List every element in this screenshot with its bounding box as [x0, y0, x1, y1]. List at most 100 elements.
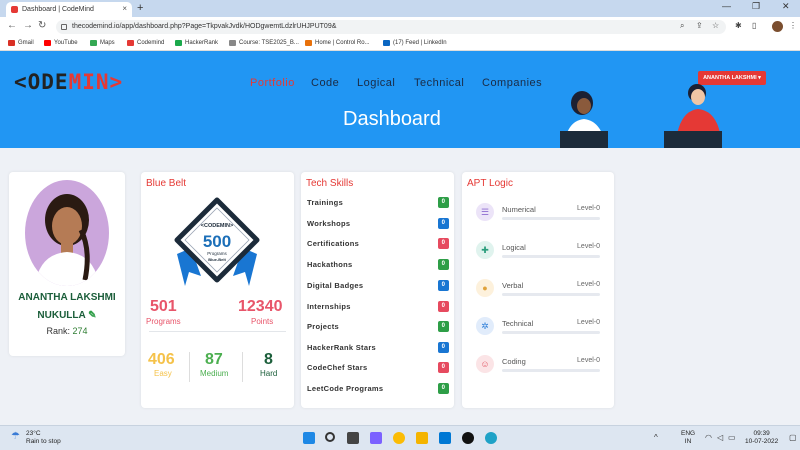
nav-logical[interactable]: Logical	[357, 77, 395, 89]
url-text: thecodemind.io/app/dashboard.php?Page=Tk…	[72, 23, 337, 30]
programs-label: Programs	[146, 317, 181, 326]
minimize-icon[interactable]: —	[722, 1, 731, 11]
hard-value: 8	[264, 351, 273, 368]
apt-logic-card: APT Logic ☰ Numerical Level-0 ✚ Logical …	[462, 172, 614, 408]
search-page-icon[interactable]: ⌕	[680, 21, 684, 31]
task-view-icon[interactable]	[347, 432, 359, 444]
badge-programs-text: Programs	[207, 251, 227, 256]
apt-row-verbal[interactable]: ● Verbal Level-0	[474, 279, 600, 309]
bookmark-gmail[interactable]: Gmail	[8, 40, 34, 46]
nav-technical[interactable]: Technical	[414, 77, 464, 89]
chrome-icon[interactable]	[393, 432, 405, 444]
browser-profile-avatar[interactable]	[772, 21, 783, 32]
easy-value: 406	[148, 351, 175, 368]
bookmark-youtube[interactable]: YouTube	[44, 40, 78, 46]
bookmark-linkedin[interactable]: (17) Feed | LinkedIn	[383, 40, 447, 46]
volume-icon[interactable]: ◁	[717, 433, 723, 442]
chat-app-icon[interactable]	[370, 432, 382, 444]
codemind-logo[interactable]: <ODEMIN>	[14, 70, 123, 94]
skill-row-projects[interactable]: Projects 0	[307, 320, 449, 334]
tech-skills-card: Tech Skills Trainings 0 Workshops 0 Certif…	[301, 172, 454, 408]
close-window-icon[interactable]: ✕	[782, 1, 790, 12]
bookmark-hackerrank[interactable]: HackerRank	[175, 40, 218, 46]
lock-icon	[61, 24, 67, 30]
codemind-icon	[127, 40, 134, 46]
nav-code[interactable]: Code	[311, 77, 339, 89]
bookmark-codemind[interactable]: Codemind	[127, 40, 164, 46]
reload-icon[interactable]: ↻	[38, 20, 46, 31]
browser-menu-icon[interactable]: ⋮	[789, 21, 797, 30]
apt-row-technical[interactable]: ✲ Technical Level-0	[474, 317, 600, 347]
skill-row-workshops[interactable]: Workshops 0	[307, 217, 449, 231]
maximize-icon[interactable]: ❐	[752, 1, 760, 12]
points-value: 12340	[238, 298, 283, 315]
count-badge: 0	[438, 362, 449, 373]
student-name: ANANTHA LAKSHMI	[18, 292, 116, 303]
wifi-icon[interactable]: ◠	[705, 433, 712, 442]
language-indicator[interactable]: ENG IN	[681, 430, 695, 446]
badge-belt-text: Blue-Belt	[208, 257, 226, 262]
bookmark-maps[interactable]: Maps	[90, 40, 115, 46]
gears-icon: ✲	[476, 317, 494, 335]
skill-row-hackerrank-stars[interactable]: HackerRank Stars 0	[307, 341, 449, 355]
battery-icon[interactable]: ▭	[728, 433, 736, 442]
medium-label: Medium	[200, 369, 229, 378]
back-icon[interactable]: ←	[7, 20, 17, 31]
weather-icon: ☂	[11, 431, 20, 442]
browser-tab-bar: Dashboard | CodeMind × + — ❐ ✕	[0, 0, 800, 17]
profile-card: ANANTHA LAKSHMI NUKULLA ✎ Rank: 274	[9, 172, 125, 356]
count-badge: 0	[438, 383, 449, 394]
maps-icon	[90, 40, 97, 46]
medium-value: 87	[205, 351, 223, 368]
apt-row-logical[interactable]: ✚ Logical Level-0	[474, 241, 600, 271]
apt-row-coding[interactable]: ☺ Coding Level-0	[474, 355, 600, 385]
bookmark-home-control[interactable]: Home | Control Ro...	[305, 40, 370, 46]
skill-row-hackathons[interactable]: Hackathons 0	[307, 258, 449, 272]
browser-tab[interactable]: Dashboard | CodeMind ×	[6, 2, 132, 17]
forward-icon[interactable]: →	[23, 20, 33, 31]
skill-row-codechef-stars[interactable]: CodeChef Stars 0	[307, 361, 449, 375]
badge-brand-text: <CODEMIN>	[201, 223, 233, 229]
count-badge: 0	[438, 301, 449, 312]
skill-row-internships[interactable]: Internships 0	[307, 300, 449, 314]
tab-close-icon[interactable]: ×	[122, 4, 127, 13]
profile-photo	[25, 180, 109, 286]
store-icon[interactable]	[439, 432, 451, 444]
sidebar-icon[interactable]: ▯	[752, 21, 756, 30]
list-icon: ☰	[476, 203, 494, 221]
progress-bar	[502, 369, 600, 372]
share-icon[interactable]: ⇪	[696, 21, 703, 30]
nav-portfolio[interactable]: Portfolio	[250, 77, 295, 89]
weather-widget[interactable]: 23°C Rain to stop	[26, 430, 61, 446]
skill-row-certifications[interactable]: Certifications 0	[307, 237, 449, 251]
student-rank: Rank: 274	[46, 326, 88, 336]
people-at-desk-illustration-icon	[560, 84, 722, 148]
notification-icon[interactable]: ▢	[789, 433, 797, 442]
code-icon: ☺	[476, 355, 494, 373]
divider	[189, 352, 190, 382]
progress-bar	[502, 217, 600, 220]
programs-value: 501	[150, 298, 177, 315]
edge-icon[interactable]	[485, 432, 497, 444]
tech-skills-title: Tech Skills	[306, 178, 354, 189]
clock[interactable]: 09:39 10-07-2022	[745, 430, 778, 446]
belt-title: Blue Belt	[146, 178, 187, 189]
tray-chevron-icon[interactable]: ^	[654, 433, 658, 442]
search-icon[interactable]	[325, 432, 335, 442]
divider	[242, 352, 243, 382]
apt-row-numerical[interactable]: ☰ Numerical Level-0	[474, 203, 600, 233]
url-input[interactable]: thecodemind.io/app/dashboard.php?Page=Tk…	[56, 20, 726, 34]
skill-row-digital-badges[interactable]: Digital Badges 0	[307, 279, 449, 293]
file-explorer-icon[interactable]	[416, 432, 428, 444]
divider	[149, 331, 286, 332]
new-tab-button[interactable]: +	[137, 2, 143, 14]
skill-row-leetcode-programs[interactable]: LeetCode Programs 0	[307, 382, 449, 396]
windows-start-icon[interactable]	[303, 432, 315, 444]
extensions-icon[interactable]: ✱	[735, 21, 742, 30]
bookmark-star-icon[interactable]: ☆	[712, 21, 719, 30]
badge-number-text: 500	[203, 232, 231, 251]
edit-profile-icon[interactable]: ✎	[88, 310, 96, 321]
bookmark-course[interactable]: Course: TSE2025_B...	[229, 40, 299, 46]
dell-icon[interactable]	[462, 432, 474, 444]
skill-row-trainings[interactable]: Trainings 0	[307, 196, 449, 210]
